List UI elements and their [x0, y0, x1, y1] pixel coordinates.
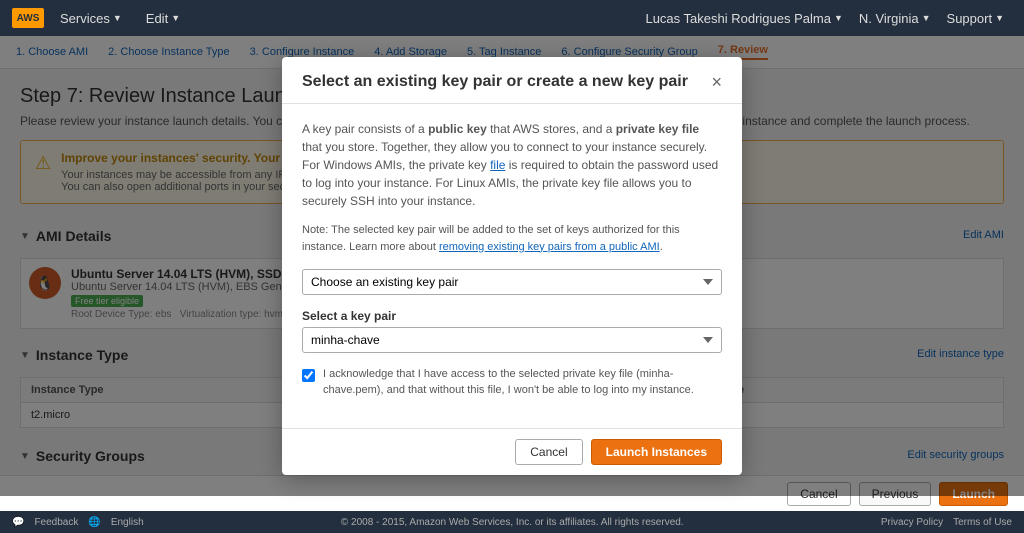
modal-note: Note: The selected key pair will be adde…: [302, 222, 722, 255]
terms-link[interactable]: Terms of Use: [953, 517, 1012, 528]
user-menu[interactable]: Lucas Takeshi Rodrigues Palma ▼: [637, 0, 850, 36]
keypair-select[interactable]: minha-chave: [302, 327, 722, 353]
services-menu[interactable]: Services ▼: [52, 0, 130, 36]
keypair-type-group: Choose an existing key pair Create a new…: [302, 269, 722, 295]
removing-key-pairs-link[interactable]: removing existing key pairs from a publi…: [439, 241, 660, 253]
modal-description: A key pair consists of a public key that…: [302, 120, 722, 210]
modal-body: A key pair consists of a public key that…: [282, 104, 742, 428]
footer: 💬 Feedback 🌐 English © 2008 - 2015, Amaz…: [0, 511, 1024, 533]
top-nav-right: Lucas Takeshi Rodrigues Palma ▼ N. Virgi…: [637, 0, 1012, 36]
modal-footer: Cancel Launch Instances: [282, 428, 742, 475]
feedback-icon: 💬: [12, 517, 24, 528]
chevron-down-icon: ▼: [113, 13, 122, 23]
region-menu[interactable]: N. Virginia ▼: [851, 0, 939, 36]
select-keypair-group: Select a key pair minha-chave: [302, 309, 722, 353]
modal-overlay: Select an existing key pair or create a …: [0, 36, 1024, 496]
key-pair-modal: Select an existing key pair or create a …: [282, 57, 742, 475]
footer-left: 💬 Feedback 🌐 English: [12, 517, 144, 528]
feedback-link[interactable]: Feedback: [34, 517, 78, 528]
top-navigation: AWS Services ▼ Edit ▼ Lucas Takeshi Rodr…: [0, 0, 1024, 36]
modal-close-button[interactable]: ×: [711, 73, 722, 91]
chevron-down-icon: ▼: [922, 13, 931, 23]
modal-title: Select an existing key pair or create a …: [302, 73, 688, 91]
copyright-text: © 2008 - 2015, Amazon Web Services, Inc.…: [341, 517, 684, 528]
footer-right: Privacy Policy Terms of Use: [881, 517, 1012, 528]
chevron-down-icon: ▼: [171, 13, 180, 23]
file-link[interactable]: file: [490, 158, 505, 172]
support-menu[interactable]: Support ▼: [939, 0, 1012, 36]
keypair-type-select[interactable]: Choose an existing key pair Create a new…: [302, 269, 722, 295]
top-nav-left: AWS Services ▼ Edit ▼: [12, 0, 188, 36]
acknowledge-row: I acknowledge that I have access to the …: [302, 367, 722, 398]
acknowledge-checkbox[interactable]: [302, 369, 315, 382]
chevron-down-icon: ▼: [834, 13, 843, 23]
modal-cancel-button[interactable]: Cancel: [515, 439, 582, 465]
aws-logo: AWS: [12, 8, 44, 28]
chevron-down-icon: ▼: [995, 13, 1004, 23]
edit-menu[interactable]: Edit ▼: [138, 0, 188, 36]
privacy-link[interactable]: Privacy Policy: [881, 517, 943, 528]
modal-launch-button[interactable]: Launch Instances: [591, 439, 722, 465]
select-keypair-label: Select a key pair: [302, 309, 722, 323]
acknowledge-label: I acknowledge that I have access to the …: [323, 367, 722, 398]
modal-header: Select an existing key pair or create a …: [282, 57, 742, 104]
language-icon: 🌐: [88, 517, 100, 528]
language-link[interactable]: English: [111, 517, 144, 528]
